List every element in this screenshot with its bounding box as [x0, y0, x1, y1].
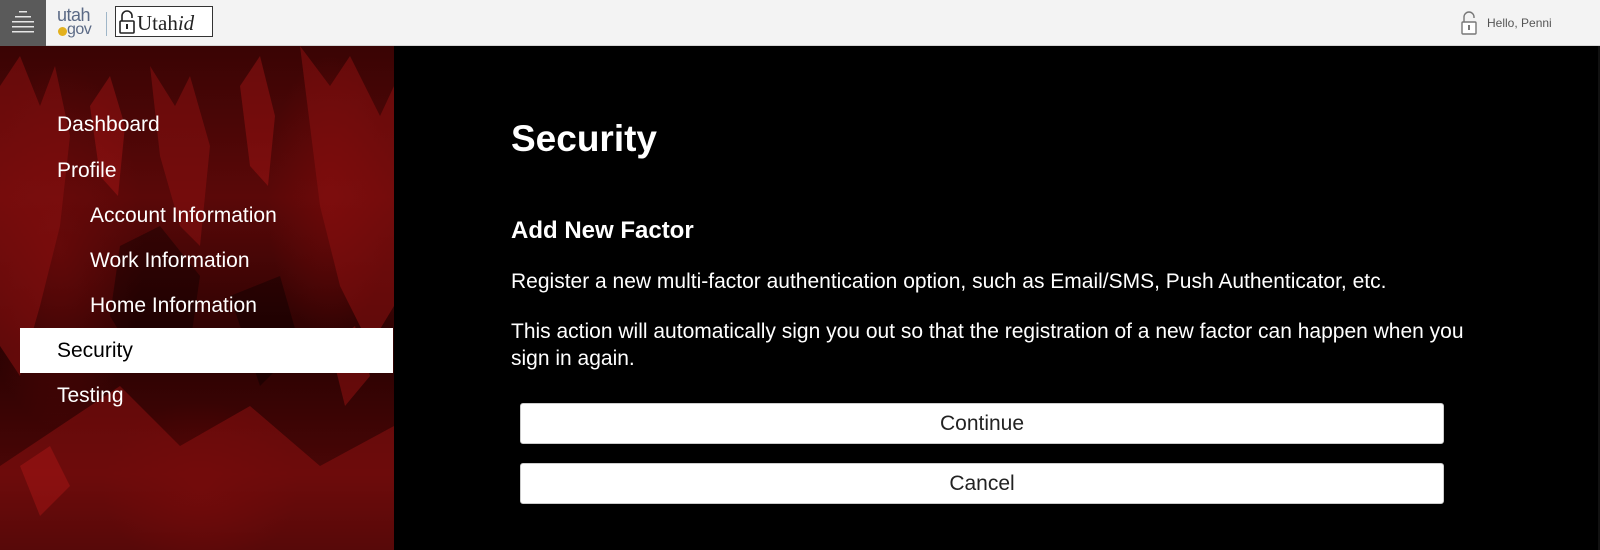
page-title: Security	[511, 118, 658, 159]
utah-gov-logo[interactable]: utah gov	[57, 5, 99, 39]
section-title: Add New Factor	[511, 217, 694, 244]
sidebar-item-label: Security	[57, 339, 133, 362]
continue-button[interactable]: Continue	[520, 403, 1444, 444]
sidebar-item-label: Account Information	[90, 204, 277, 227]
sidebar-nav: Dashboard Profile Account Information Wo…	[0, 46, 394, 550]
hamburger-menu-icon	[12, 11, 34, 33]
factor-description: Register a new multi-factor authenticati…	[511, 270, 1387, 293]
sidebar-item-home-information[interactable]: Home Information	[20, 283, 393, 328]
gov-logo-word: gov	[67, 21, 92, 38]
sidebar-item-dashboard[interactable]: Dashboard	[20, 102, 393, 147]
sidebar-item-account-information[interactable]: Account Information	[20, 193, 393, 238]
sidebar-item-label: Profile	[57, 159, 117, 182]
user-greeting[interactable]: Hello, Penni	[1487, 16, 1552, 30]
utahid-logo-prefix: Utah	[137, 11, 178, 35]
utahid-logo-suffix: id	[177, 11, 195, 35]
sidebar-item-label: Testing	[57, 384, 124, 407]
sidebar-item-label: Home Information	[90, 294, 257, 317]
cancel-button[interactable]: Cancel	[520, 463, 1444, 504]
sidebar-item-testing[interactable]: Testing	[20, 373, 393, 418]
sidebar-item-profile[interactable]: Profile	[20, 148, 393, 193]
sidebar-item-label: Work Information	[90, 249, 250, 272]
utah-logo-dot	[58, 27, 67, 36]
sidebar-item-label: Dashboard	[57, 113, 160, 136]
logo-divider	[106, 12, 107, 36]
main-content: Security Add New Factor Register a new m…	[394, 46, 1600, 550]
lock-icon[interactable]	[1460, 10, 1478, 36]
utahid-logo[interactable]: Utahid	[115, 6, 213, 37]
sign-out-notice: This action will automatically sign you …	[511, 320, 1464, 370]
top-bar: utah gov Utahid Hello, Penni	[0, 0, 1600, 46]
menu-button[interactable]	[0, 0, 46, 46]
padlock-logo-icon	[119, 10, 135, 34]
utahid-logo-text: Utahid	[137, 11, 194, 36]
sidebar-item-security[interactable]: Security	[20, 328, 393, 373]
sidebar-item-work-information[interactable]: Work Information	[20, 238, 393, 283]
